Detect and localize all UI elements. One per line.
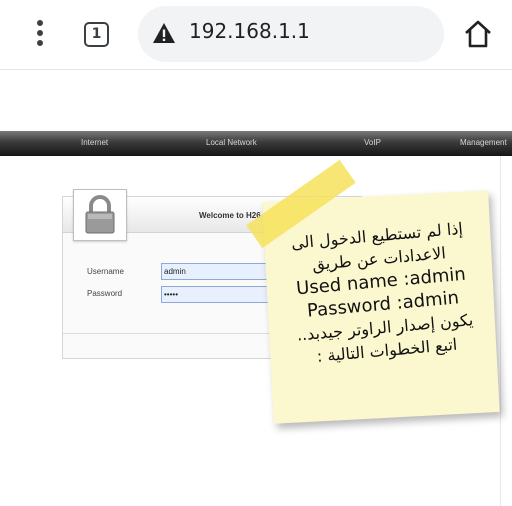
nav-item-voip[interactable]: VoIP	[364, 138, 381, 147]
lock-icon-box	[73, 189, 127, 241]
tab-switcher-button[interactable]: 1	[84, 22, 109, 47]
router-nav-bar: Internet Local Network VoIP Management	[0, 131, 512, 156]
sticky-note-text: إذا لم تستطيع الدخول الى الاعدادات عن طر…	[266, 215, 497, 372]
nav-item-internet[interactable]: Internet	[81, 138, 108, 147]
home-icon[interactable]	[462, 18, 494, 50]
address-bar[interactable]: 192.168.1.1	[138, 6, 444, 62]
username-label: Username	[87, 267, 124, 276]
browser-toolbar: 1 192.168.1.1	[0, 0, 512, 70]
nav-item-local-network[interactable]: Local Network	[206, 138, 257, 147]
password-label: Password	[87, 289, 123, 298]
padlock-icon	[85, 195, 115, 234]
nav-item-management[interactable]: Management	[460, 138, 507, 147]
page-edge-line	[500, 156, 501, 506]
not-secure-warning-icon[interactable]	[152, 22, 176, 44]
welcome-title: Welcome to H26	[199, 211, 261, 220]
more-options-icon[interactable]	[33, 20, 47, 48]
url-text[interactable]: 192.168.1.1	[189, 19, 310, 43]
